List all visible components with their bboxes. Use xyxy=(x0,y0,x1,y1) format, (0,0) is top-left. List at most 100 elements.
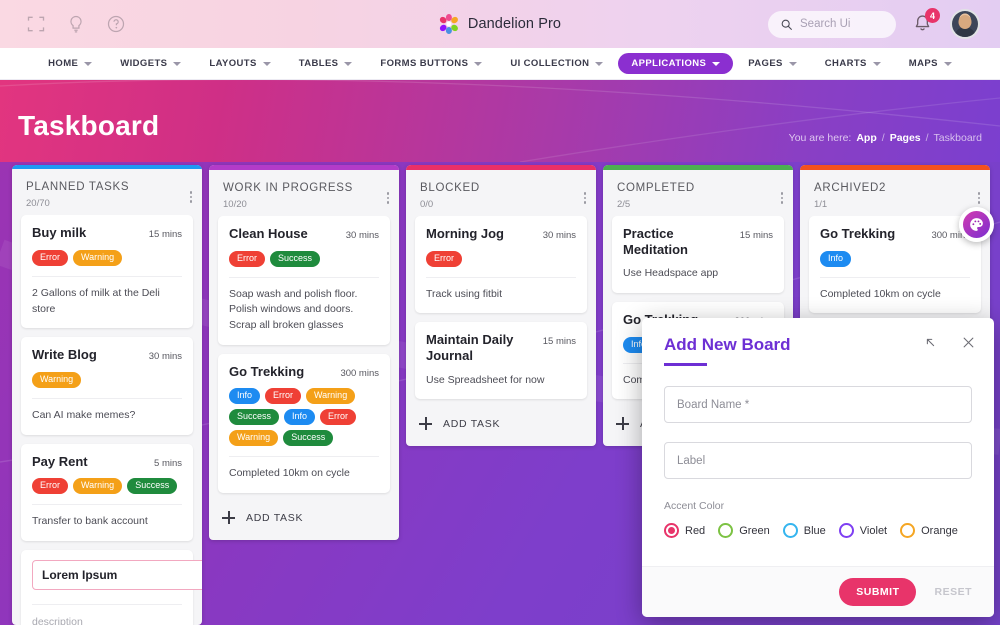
accent-option-label: Violet xyxy=(860,525,887,537)
nav-item-tables[interactable]: TABLES xyxy=(286,53,366,74)
chip-warning[interactable]: Warning xyxy=(32,372,81,388)
dialog-footer: SUBMIT RESET xyxy=(642,566,994,617)
chevron-down-icon xyxy=(873,62,881,66)
nav-item-home[interactable]: HOME xyxy=(35,53,105,74)
chip-error[interactable]: Error xyxy=(32,478,68,494)
nav-item-forms-buttons[interactable]: FORMS BUTTONS xyxy=(367,53,495,74)
add-task-button[interactable]: ADD TASK xyxy=(415,408,587,442)
card-header: Clean House 30 mins xyxy=(229,226,379,242)
chip-success[interactable]: Success xyxy=(283,430,333,446)
nav-item-applications[interactable]: APPLICATIONS xyxy=(618,53,733,74)
card-header: Pay Rent 5 mins xyxy=(32,454,182,470)
palette-theme-button[interactable] xyxy=(959,207,994,242)
column-menu-button[interactable] xyxy=(190,191,193,203)
nav-item-layouts[interactable]: LAYOUTS xyxy=(196,53,283,74)
add-task-button[interactable]: ADD TASK xyxy=(218,502,390,536)
page-banner: Taskboard You are here: App / Pages / Ta… xyxy=(0,80,1000,162)
column-header: ARCHIVED2 1/1 xyxy=(800,170,990,216)
accent-option-violet[interactable]: Violet xyxy=(839,523,887,538)
accent-option-green[interactable]: Green xyxy=(718,523,770,538)
column-title: BLOCKED xyxy=(420,182,584,194)
nav-item-ui-collection[interactable]: UI COLLECTION xyxy=(497,53,616,74)
task-card[interactable]: Go Trekking 300 mins Info Completed 10km… xyxy=(809,216,981,313)
card-title: Go Trekking xyxy=(229,364,304,380)
chip-error[interactable]: Error xyxy=(265,388,301,404)
chip-error[interactable]: Error xyxy=(426,251,462,267)
avatar[interactable] xyxy=(950,9,980,39)
nav-label: FORMS BUTTONS xyxy=(380,58,468,69)
nav-item-charts[interactable]: CHARTS xyxy=(812,53,894,74)
notifications-button[interactable]: 4 xyxy=(912,13,934,35)
nav-label: HOME xyxy=(48,58,78,69)
column-menu-button[interactable] xyxy=(978,192,981,204)
reset-button[interactable]: RESET xyxy=(930,578,976,606)
submit-button[interactable]: SUBMIT xyxy=(839,578,916,606)
task-card[interactable]: Write Blog 30 mins Warning Can AI make m… xyxy=(21,337,193,434)
radio-dot-orange xyxy=(900,523,915,538)
accent-color-label: Accent Color xyxy=(664,500,972,512)
chip-success[interactable]: Success xyxy=(229,409,279,425)
task-card[interactable]: Buy milk 15 mins Error Warning 2 Gallons… xyxy=(21,215,193,328)
chip-warning[interactable]: Warning xyxy=(73,250,122,266)
chevron-down-icon xyxy=(944,62,952,66)
label-input[interactable] xyxy=(664,442,972,479)
task-card[interactable]: Pay Rent 5 mins Error Warning Success Tr… xyxy=(21,444,193,541)
accent-option-red[interactable]: Red xyxy=(664,523,705,538)
lightbulb-icon[interactable] xyxy=(66,14,86,34)
card-header: Practice Meditation 15 mins xyxy=(623,226,773,257)
chip-info[interactable]: Info xyxy=(284,409,315,425)
main-navigation: HOME WIDGETS LAYOUTS TABLES FORMS BUTTON… xyxy=(0,48,1000,80)
close-icon[interactable] xyxy=(961,335,976,350)
task-card[interactable]: Practice Meditation 15 mins Use Headspac… xyxy=(612,216,784,293)
column-menu-button[interactable] xyxy=(781,192,784,204)
nav-item-maps[interactable]: MAPS xyxy=(896,53,965,74)
chevron-down-icon xyxy=(712,62,720,66)
card-header: Maintain Daily Journal 15 mins xyxy=(426,332,576,363)
brand[interactable]: Dandelion Pro xyxy=(439,14,561,34)
breadcrumb-pages[interactable]: Pages xyxy=(890,132,921,144)
card-description: Transfer to bank account xyxy=(32,504,182,530)
breadcrumb-app[interactable]: App xyxy=(856,132,876,144)
breadcrumb-separator: / xyxy=(882,132,885,144)
fullscreen-icon[interactable] xyxy=(26,14,46,34)
new-task-description-placeholder[interactable]: description xyxy=(32,604,182,625)
card-title: Go Trekking xyxy=(820,226,895,242)
chip-error[interactable]: Error xyxy=(320,409,356,425)
nav-item-widgets[interactable]: WIDGETS xyxy=(107,53,194,74)
chip-success[interactable]: Success xyxy=(270,251,320,267)
dialog-header: Add New Board xyxy=(642,318,994,366)
card-duration: 15 mins xyxy=(740,230,773,241)
accent-option-blue[interactable]: Blue xyxy=(783,523,826,538)
column-body: Buy milk 15 mins Error Warning 2 Gallons… xyxy=(12,215,202,625)
chevron-down-icon xyxy=(263,62,271,66)
chip-warning[interactable]: Warning xyxy=(229,430,278,446)
board-column-work-in-progress: WORK IN PROGRESS 10/20 Clean House 30 mi… xyxy=(209,165,399,540)
chip-warning[interactable]: Warning xyxy=(73,478,122,494)
task-card[interactable]: Maintain Daily Journal 15 mins Use Sprea… xyxy=(415,322,587,399)
chip-success[interactable]: Success xyxy=(127,478,177,494)
board-name-input[interactable] xyxy=(664,386,972,423)
chip-error[interactable]: Error xyxy=(229,251,265,267)
card-chips: Info xyxy=(820,251,970,267)
column-menu-button[interactable] xyxy=(584,192,587,204)
column-menu-button[interactable] xyxy=(387,192,390,204)
accent-option-orange[interactable]: Orange xyxy=(900,523,958,538)
expand-arrow-icon[interactable] xyxy=(923,335,938,350)
chip-warning[interactable]: Warning xyxy=(306,388,355,404)
task-card[interactable]: Morning Jog 30 mins Error Track using fi… xyxy=(415,216,587,313)
task-card[interactable]: Go Trekking 300 mins Info Error Warning … xyxy=(218,354,390,493)
nav-item-pages[interactable]: PAGES xyxy=(735,53,810,74)
chip-info[interactable]: Info xyxy=(820,251,851,267)
chevron-down-icon xyxy=(789,62,797,66)
card-chips: Error Warning xyxy=(32,250,182,266)
chip-info[interactable]: Info xyxy=(229,388,260,404)
new-task-title-input[interactable] xyxy=(32,560,202,590)
title-underline xyxy=(664,363,707,366)
task-card[interactable]: Clean House 30 mins Error Success Soap w… xyxy=(218,216,390,345)
card-duration: 30 mins xyxy=(346,230,379,241)
chip-error[interactable]: Error xyxy=(32,250,68,266)
search-input[interactable] xyxy=(800,18,884,30)
search-box[interactable] xyxy=(768,11,896,38)
help-icon[interactable] xyxy=(106,14,126,34)
top-utility-bar: Dandelion Pro 4 xyxy=(0,0,1000,48)
